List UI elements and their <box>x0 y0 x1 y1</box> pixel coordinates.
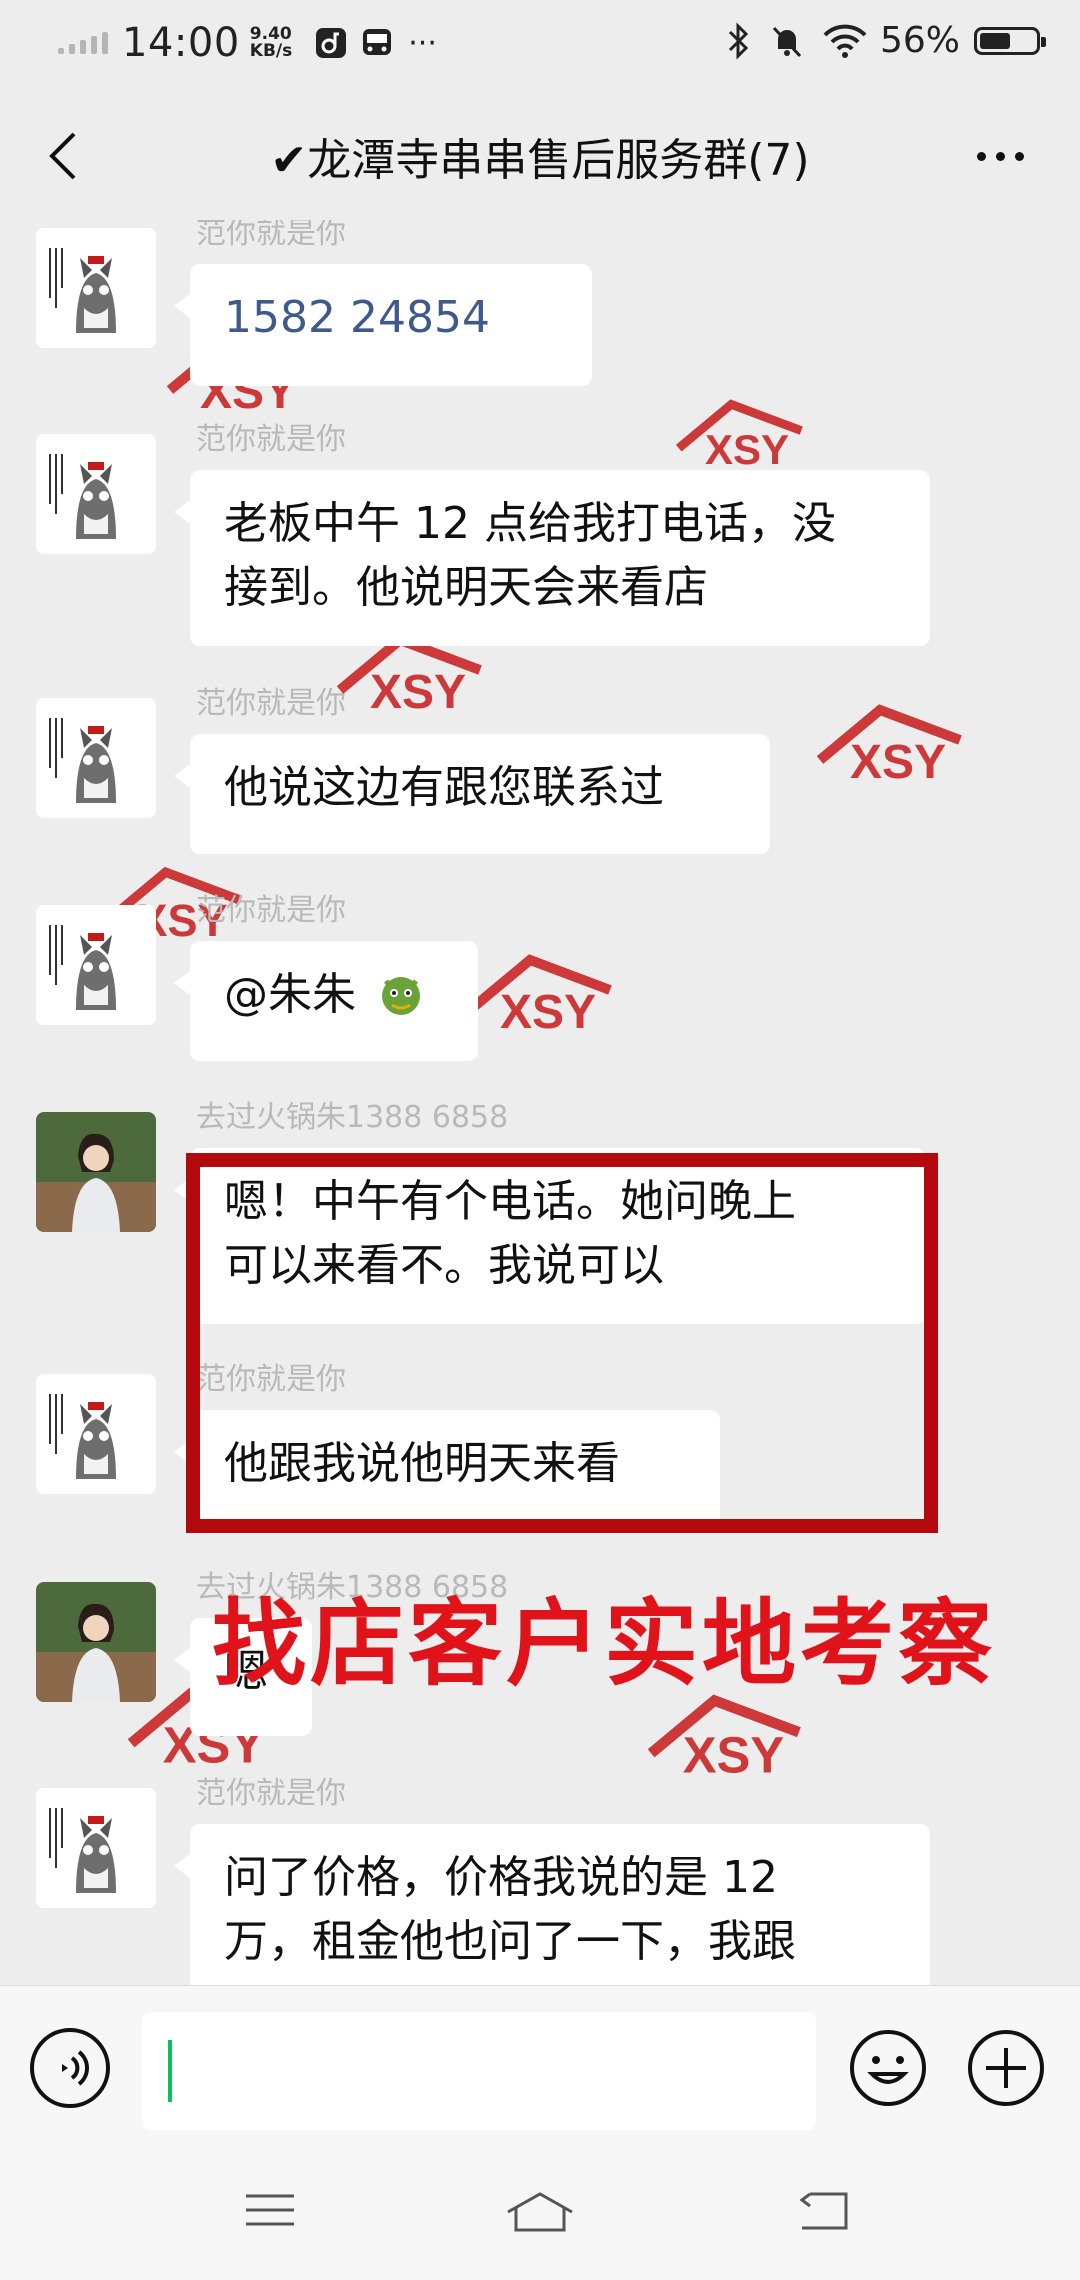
xsy-watermark: XSY <box>647 1694 801 1783</box>
highlight-box <box>186 1153 938 1533</box>
status-more-indicator: ··· <box>408 25 437 61</box>
chat-title: ✔龙潭寺串串售后服务群(7) <box>270 135 810 186</box>
wifi-icon <box>823 24 867 58</box>
avatar-cat[interactable] <box>36 434 156 554</box>
avatar-cat[interactable] <box>36 905 156 1025</box>
avatar-woman[interactable] <box>36 1112 156 1232</box>
sender-name: 去过火锅朱1388 6858 <box>196 1100 509 1135</box>
network-speed: 9.40 KB/s <box>249 24 293 61</box>
back-nav-icon[interactable] <box>796 2190 852 2232</box>
svg-text:XSY: XSY <box>500 986 596 1039</box>
emoji-icon[interactable] <box>848 2028 928 2108</box>
signal-strength-icon <box>58 32 108 54</box>
chat-header: ✔龙潭寺串串售后服务群(7) <box>0 100 1080 210</box>
xsy-watermark: XSY <box>466 954 612 1039</box>
xsy-watermark: XSY <box>816 704 962 789</box>
svg-text:XSY: XSY <box>705 426 789 473</box>
message-bubble[interactable]: 他说这边有跟您联系过 <box>174 734 770 854</box>
message-input[interactable] <box>142 2012 816 2130</box>
text-cursor <box>168 2040 172 2102</box>
notification-app-icon <box>316 28 347 58</box>
xsy-watermark: XSY <box>675 399 803 473</box>
dragon-emoji-icon <box>382 977 420 1015</box>
menu-icon[interactable] <box>244 2190 296 2230</box>
chat-messages: XSY XSY XSY XSY XSY XSY XSY XSY 范你就是你 15… <box>0 220 1080 1985</box>
sender-name: 范你就是你 <box>196 893 346 928</box>
bluetooth-icon <box>728 21 749 60</box>
svg-text:XSY: XSY <box>683 1726 784 1783</box>
message-bubble[interactable]: 老板中午 12 点给我打电话，没 接到。他说明天会来看店 <box>174 470 930 646</box>
svg-text:XSY: XSY <box>850 736 946 789</box>
message-bubble[interactable]: @朱朱 <box>174 941 478 1061</box>
sender-name: 范你就是你 <box>196 686 346 721</box>
message-input-bar <box>0 1985 1080 2151</box>
plus-icon[interactable] <box>966 2028 1046 2108</box>
message-bubble[interactable]: 1582 24854 <box>174 264 592 386</box>
avatar-cat[interactable] <box>36 228 156 348</box>
more-options-icon[interactable] <box>977 152 1024 161</box>
avatar-cat[interactable] <box>36 698 156 818</box>
message-bubble[interactable]: 问了价格，价格我说的是 12 万，租金他也问了一下，我跟 <box>174 1824 930 1985</box>
system-nav-bar <box>0 2150 1080 2280</box>
avatar-woman[interactable] <box>36 1582 156 1702</box>
sender-name: 范你就是你 <box>196 220 346 251</box>
status-bar: 14:00 9.40 KB/s ··· 56% <box>0 0 1080 88</box>
status-time: 14:00 <box>122 20 240 66</box>
voice-wave-icon <box>62 2050 89 2086</box>
voice-input-button[interactable] <box>30 2028 110 2108</box>
sender-name: 范你就是你 <box>196 422 346 457</box>
svg-text:XSY: XSY <box>370 666 466 719</box>
home-icon[interactable] <box>504 2190 576 2234</box>
mute-bell-icon <box>772 26 802 57</box>
battery-icon <box>974 26 1046 55</box>
avatar-cat[interactable] <box>36 1374 156 1494</box>
notification-bus-icon <box>363 29 392 55</box>
battery-percent: 56% <box>879 20 960 61</box>
sender-name: 范你就是你 <box>196 1776 346 1811</box>
avatar-cat[interactable] <box>36 1788 156 1908</box>
overlay-caption: 找店客户实地考察 <box>212 1590 997 1699</box>
